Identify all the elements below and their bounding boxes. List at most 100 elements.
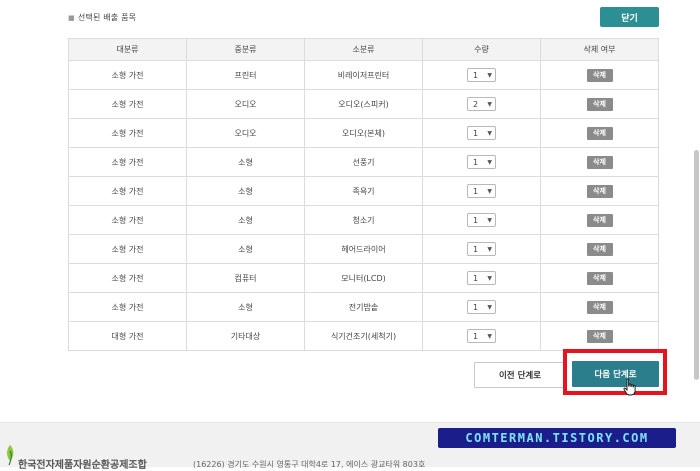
quantity-select[interactable]: 1 ▼ [467, 300, 496, 314]
chevron-down-icon: ▼ [487, 333, 492, 340]
section-title: ■ 선택된 배출 품목 [68, 12, 136, 23]
table-row: 소형 가전 소형 헤어드라이어 1 ▼ 삭제 [68, 234, 659, 264]
cell-minor: 헤어드라이어 [304, 234, 423, 264]
scrollbar[interactable] [694, 150, 699, 380]
quantity-select[interactable]: 1 ▼ [467, 242, 496, 256]
chevron-down-icon: ▼ [487, 159, 492, 166]
quantity-value: 1 [473, 187, 479, 196]
quantity-value: 1 [473, 332, 479, 341]
quantity-select[interactable]: 1 ▼ [467, 68, 496, 82]
delete-button[interactable]: 삭제 [586, 271, 613, 285]
chevron-down-icon: ▼ [487, 188, 492, 195]
watermark-banner: COMTERMAN.TISTORY.COM [438, 428, 676, 448]
cell-qty: 1 ▼ [422, 176, 541, 206]
chevron-down-icon: ▼ [487, 304, 492, 311]
chevron-down-icon: ▼ [487, 246, 492, 253]
previous-step-button[interactable]: 이전 단계로 [474, 362, 566, 388]
delete-button[interactable]: 삭제 [586, 155, 613, 169]
cell-major: 소형 가전 [68, 263, 187, 293]
quantity-value: 1 [473, 216, 479, 225]
chevron-down-icon: ▼ [487, 275, 492, 282]
column-header-major: 대분류 [68, 38, 187, 61]
cell-middle: 소형 [186, 176, 305, 206]
quantity-value: 1 [473, 71, 479, 80]
cell-middle: 컴퓨터 [186, 263, 305, 293]
chevron-down-icon: ▼ [487, 72, 492, 79]
chevron-down-icon: ▼ [487, 130, 492, 137]
delete-button[interactable]: 삭제 [586, 242, 613, 256]
cell-delete: 삭제 [540, 60, 659, 90]
footer-organization: 한국전자제품자원순환공제조합 [18, 460, 147, 471]
chevron-down-icon: ▼ [487, 101, 492, 108]
cell-delete: 삭제 [540, 234, 659, 264]
delete-button[interactable]: 삭제 [586, 126, 613, 140]
cell-delete: 삭제 [540, 147, 659, 177]
cell-major: 소형 가전 [68, 176, 187, 206]
cell-major: 대형 가전 [68, 321, 187, 351]
quantity-value: 1 [473, 245, 479, 254]
cell-delete: 삭제 [540, 263, 659, 293]
cell-qty: 1 ▼ [422, 60, 541, 90]
hand-pointer-icon [623, 378, 636, 396]
quantity-select[interactable]: 1 ▼ [467, 329, 496, 343]
delete-button[interactable]: 삭제 [586, 300, 613, 314]
cell-minor: 모니터(LCD) [304, 263, 423, 293]
cell-middle: 기타대상 [186, 321, 305, 351]
cell-qty: 1 ▼ [422, 205, 541, 235]
table-row: 소형 가전 소형 족욕기 1 ▼ 삭제 [68, 176, 659, 206]
quantity-select[interactable]: 1 ▼ [467, 184, 496, 198]
delete-button[interactable]: 삭제 [586, 329, 613, 343]
table-row: 소형 가전 오디오 오디오(본체) 1 ▼ 삭제 [68, 118, 659, 148]
table-row: 대형 가전 기타대상 식기건조기(세척기) 1 ▼ 삭제 [68, 321, 659, 351]
cell-major: 소형 가전 [68, 234, 187, 264]
cell-delete: 삭제 [540, 118, 659, 148]
cell-major: 소형 가전 [68, 292, 187, 322]
delete-button[interactable]: 삭제 [586, 184, 613, 198]
leaf-logo-icon [7, 445, 14, 466]
delete-button[interactable]: 삭제 [586, 68, 613, 82]
table-row: 소형 가전 오디오 오디오(스피커) 2 ▼ 삭제 [68, 89, 659, 119]
cell-minor: 오디오(본체) [304, 118, 423, 148]
cell-minor: 비레이저프린터 [304, 60, 423, 90]
cell-delete: 삭제 [540, 205, 659, 235]
footer-address: (16226) 경기도 수원시 영통구 대학4로 17, 에이스 광교타워 80… [193, 460, 426, 469]
column-header-delete: 삭제 여부 [540, 38, 659, 61]
cell-middle: 소형 [186, 292, 305, 322]
table-row: 소형 가전 컴퓨터 모니터(LCD) 1 ▼ 삭제 [68, 263, 659, 293]
cell-qty: 1 ▼ [422, 234, 541, 264]
next-step-button[interactable]: 다음 단계로 [572, 361, 659, 387]
quantity-value: 1 [473, 274, 479, 283]
cell-qty: 1 ▼ [422, 292, 541, 322]
cell-delete: 삭제 [540, 321, 659, 351]
cell-middle: 프린터 [186, 60, 305, 90]
cell-major: 소형 가전 [68, 118, 187, 148]
cell-delete: 삭제 [540, 89, 659, 119]
chevron-down-icon: ▼ [487, 217, 492, 224]
cell-middle: 소형 [186, 205, 305, 235]
close-button[interactable]: 닫기 [600, 7, 659, 27]
table-header-row: 대분류 중분류 소분류 수량 삭제 여부 [68, 38, 659, 61]
table-row: 소형 가전 프린터 비레이저프린터 1 ▼ 삭제 [68, 60, 659, 90]
column-header-minor: 소분류 [304, 38, 423, 61]
cell-major: 소형 가전 [68, 60, 187, 90]
cell-minor: 족욕기 [304, 176, 423, 206]
delete-button[interactable]: 삭제 [586, 97, 613, 111]
table-row: 소형 가전 소형 청소기 1 ▼ 삭제 [68, 205, 659, 235]
table-row: 소형 가전 소형 선풍기 1 ▼ 삭제 [68, 147, 659, 177]
cell-delete: 삭제 [540, 292, 659, 322]
cell-middle: 소형 [186, 147, 305, 177]
cell-delete: 삭제 [540, 176, 659, 206]
column-header-middle: 중분류 [186, 38, 305, 61]
cell-qty: 2 ▼ [422, 89, 541, 119]
quantity-value: 2 [473, 100, 479, 109]
quantity-select[interactable]: 2 ▼ [467, 97, 496, 111]
quantity-select[interactable]: 1 ▼ [467, 213, 496, 227]
delete-button[interactable]: 삭제 [586, 213, 613, 227]
table-row: 소형 가전 소형 전기밥솥 1 ▼ 삭제 [68, 292, 659, 322]
quantity-select[interactable]: 1 ▼ [467, 126, 496, 140]
quantity-select[interactable]: 1 ▼ [467, 271, 496, 285]
cell-qty: 1 ▼ [422, 147, 541, 177]
cell-minor: 전기밥솥 [304, 292, 423, 322]
cell-qty: 1 ▼ [422, 321, 541, 351]
quantity-select[interactable]: 1 ▼ [467, 155, 496, 169]
